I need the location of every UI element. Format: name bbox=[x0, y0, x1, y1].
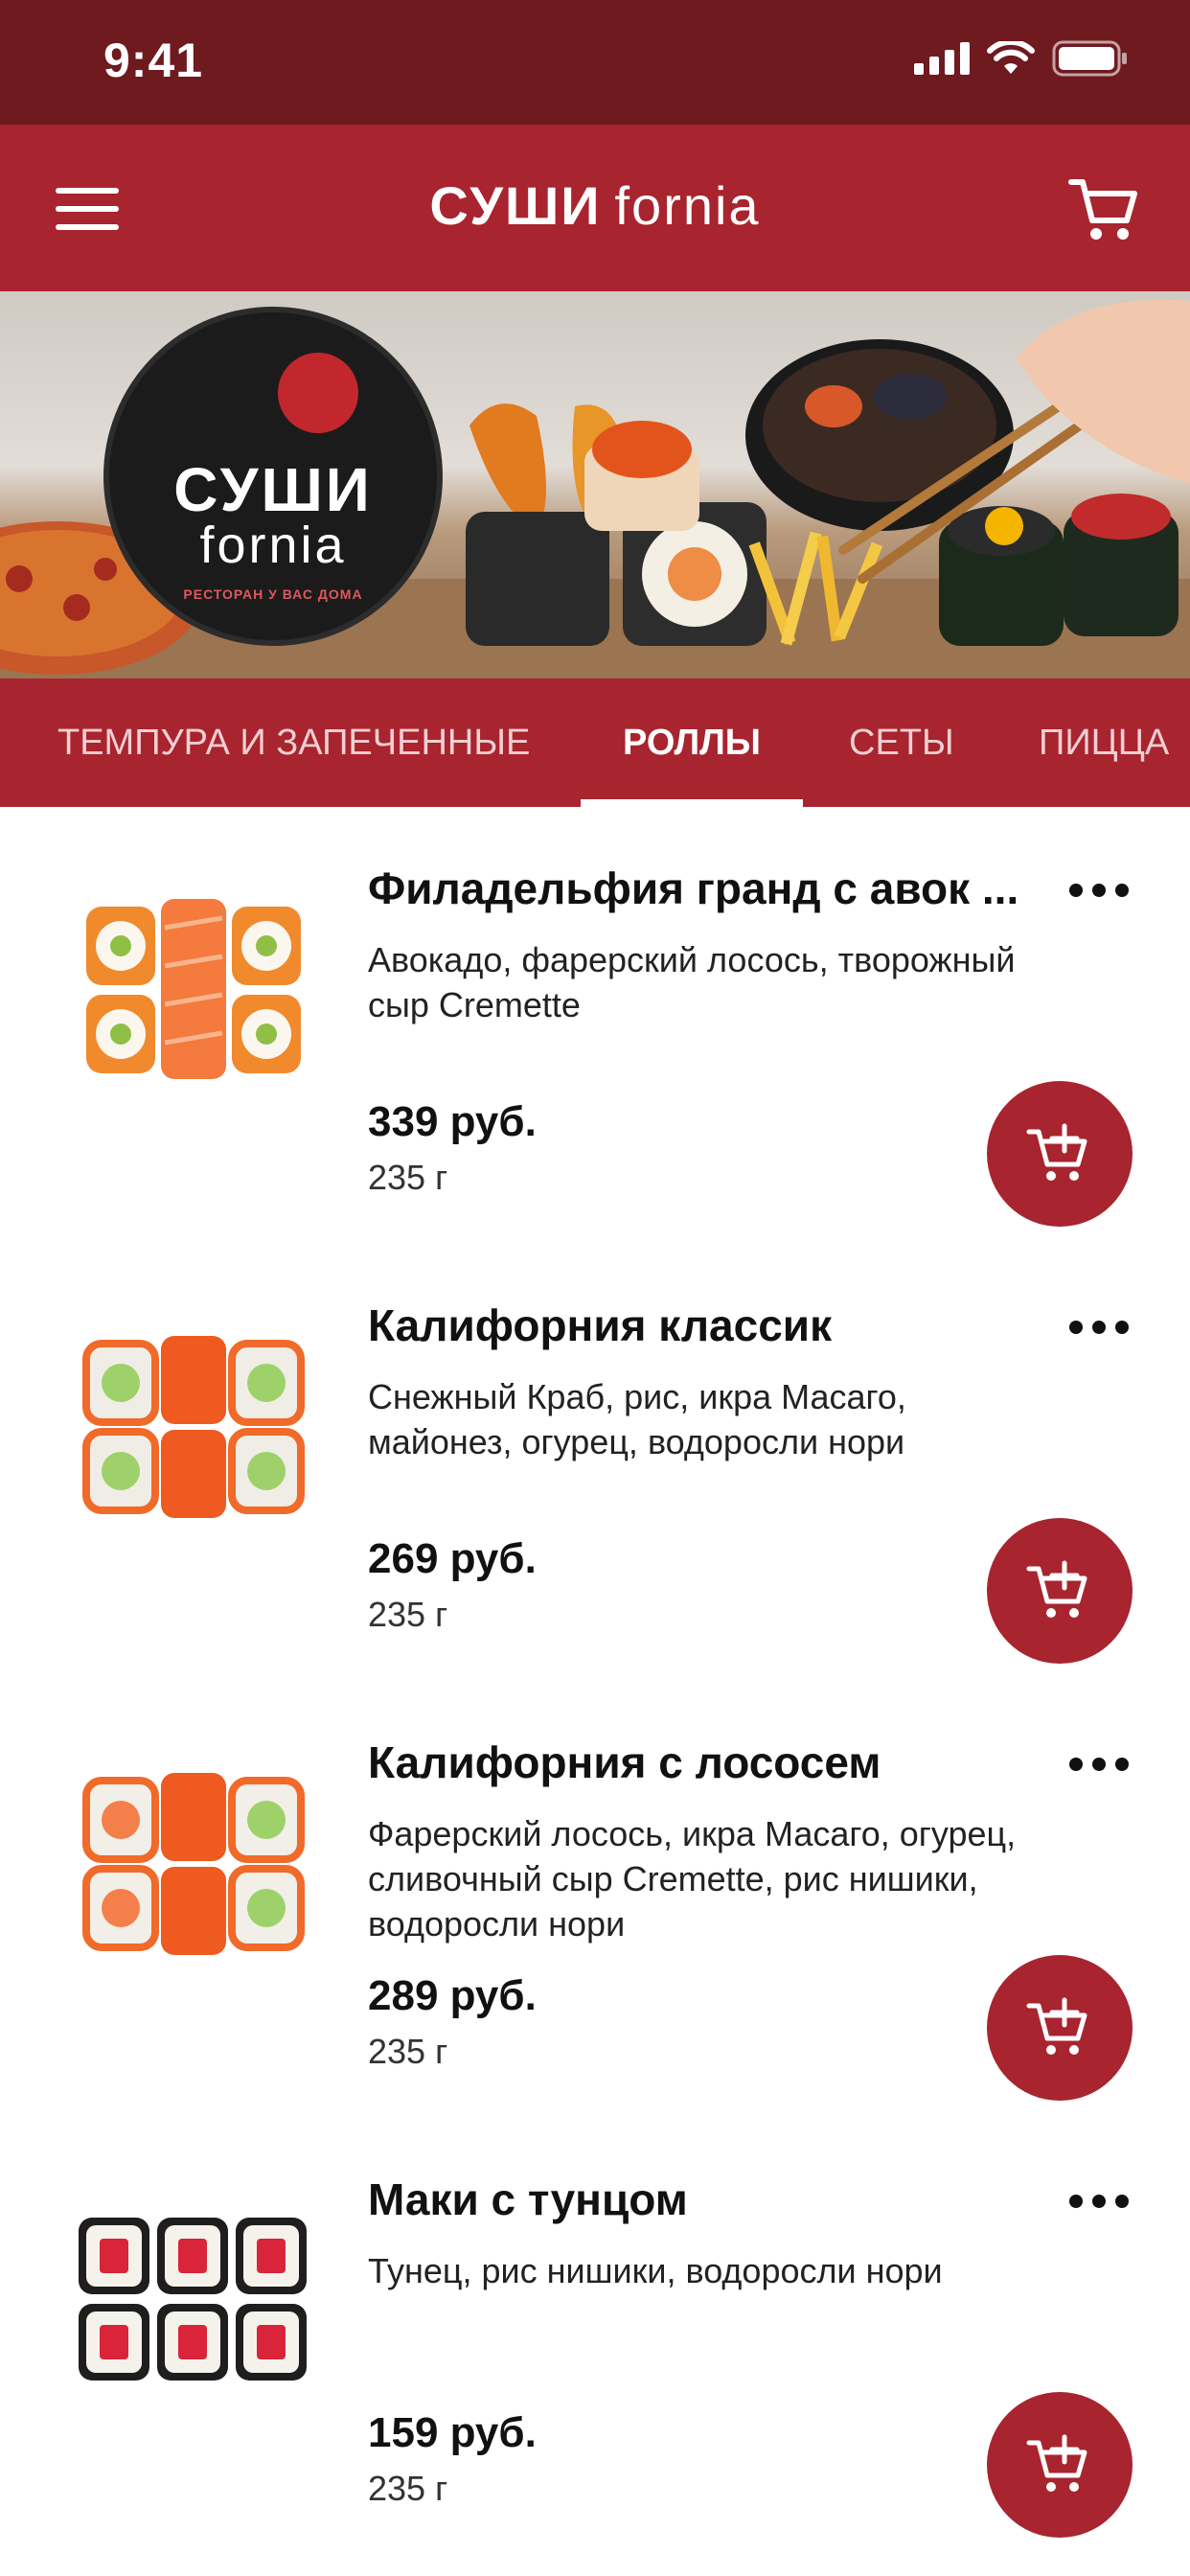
product-price: 289 руб. bbox=[368, 1972, 537, 2019]
add-to-cart-button[interactable] bbox=[987, 1518, 1133, 1664]
logo-line1: СУШИ bbox=[173, 455, 373, 524]
product-image bbox=[86, 899, 301, 1079]
brand-part2: fornia bbox=[614, 175, 761, 236]
logo-tagline: РЕСТОРАН У ВАС ДОМА bbox=[183, 586, 363, 602]
product-item[interactable]: Калифорния классик Снежный Краб, рис, ик… bbox=[0, 1244, 1190, 1681]
product-description: Тунец, рис нишики, водоросли нори bbox=[368, 2251, 943, 2290]
wifi-icon bbox=[987, 41, 1035, 74]
category-tabs: ТЕМПУРА И ЗАПЕЧЕННЫЕ РОЛЛЫ СЕТЫ ПИЦЦА bbox=[0, 678, 1190, 807]
product-price: 339 руб. bbox=[368, 1098, 537, 1145]
brand-logo: СУШИ fornia РЕСТОРАН У ВАС ДОМА bbox=[103, 307, 443, 646]
product-name: Калифорния с лососем bbox=[368, 1737, 881, 1787]
product-description: Снежный Краб, рис, икра Масаго, майонез,… bbox=[368, 1377, 906, 1461]
product-price: 269 руб. bbox=[368, 1535, 537, 1582]
cart-button[interactable] bbox=[1067, 172, 1140, 245]
product-weight: 235 г bbox=[368, 2032, 448, 2071]
product-weight: 235 г bbox=[368, 1595, 448, 1634]
product-weight: 235 г bbox=[368, 1158, 448, 1197]
logo-line2: fornia bbox=[199, 517, 347, 574]
product-price: 159 руб. bbox=[368, 2409, 537, 2456]
more-options-icon[interactable] bbox=[1069, 2195, 1129, 2214]
status-bar: 9:41 bbox=[0, 0, 1190, 125]
tab-pizza[interactable]: ПИЦЦА bbox=[1039, 678, 1169, 807]
active-tab-indicator bbox=[581, 799, 803, 807]
logo-sun-icon bbox=[278, 353, 358, 433]
tab-rolls[interactable]: РОЛЛЫ bbox=[623, 678, 761, 807]
product-name: Маки с тунцом bbox=[368, 2174, 688, 2224]
brand-title: СУШИ fornia bbox=[0, 174, 1190, 237]
more-options-icon[interactable] bbox=[1069, 884, 1129, 903]
product-weight: 235 г bbox=[368, 2469, 448, 2508]
cart-icon bbox=[1068, 179, 1137, 240]
product-image bbox=[79, 2218, 307, 2380]
more-options-icon[interactable] bbox=[1069, 1321, 1129, 1340]
add-to-cart-icon bbox=[1026, 1560, 1087, 1618]
battery-icon bbox=[1052, 40, 1127, 77]
product-image bbox=[82, 1773, 305, 1955]
add-to-cart-icon bbox=[1026, 2434, 1087, 2492]
product-image bbox=[82, 1336, 305, 1518]
product-name: Филадельфия гранд с авок ... bbox=[368, 863, 1019, 913]
product-item[interactable]: Филадельфия гранд с авок ... Авокадо, фа… bbox=[0, 807, 1190, 1244]
status-icons bbox=[914, 40, 1129, 77]
app-header: СУШИ fornia bbox=[0, 125, 1190, 291]
more-options-icon[interactable] bbox=[1069, 1758, 1129, 1777]
add-to-cart-button[interactable] bbox=[987, 2392, 1133, 2538]
add-to-cart-button[interactable] bbox=[987, 1081, 1133, 1227]
product-name: Калифорния классик bbox=[368, 1300, 833, 1350]
tab-sets[interactable]: СЕТЫ bbox=[849, 678, 954, 807]
status-time: 9:41 bbox=[103, 34, 204, 87]
brand-part1: СУШИ bbox=[429, 175, 602, 236]
tab-tempura[interactable]: ТЕМПУРА И ЗАПЕЧЕННЫЕ bbox=[57, 678, 530, 807]
product-description: Авокадо, фарерский лосось, творожный сыр… bbox=[368, 940, 1016, 1024]
product-item[interactable]: Калифорния с лососем Фарерский лосось, и… bbox=[0, 1681, 1190, 2118]
promo-banner: СУШИ fornia РЕСТОРАН У ВАС ДОМА bbox=[0, 291, 1190, 678]
signal-icon bbox=[914, 42, 970, 75]
add-to-cart-icon bbox=[1026, 1997, 1087, 2055]
add-to-cart-icon bbox=[1026, 1123, 1087, 1181]
product-item[interactable]: Маки с тунцом Тунец, рис нишики, водорос… bbox=[0, 2118, 1190, 2555]
product-description: Фарерский лосось, икра Масаго, огурец, с… bbox=[368, 1814, 1017, 1944]
add-to-cart-button[interactable] bbox=[987, 1955, 1133, 2101]
